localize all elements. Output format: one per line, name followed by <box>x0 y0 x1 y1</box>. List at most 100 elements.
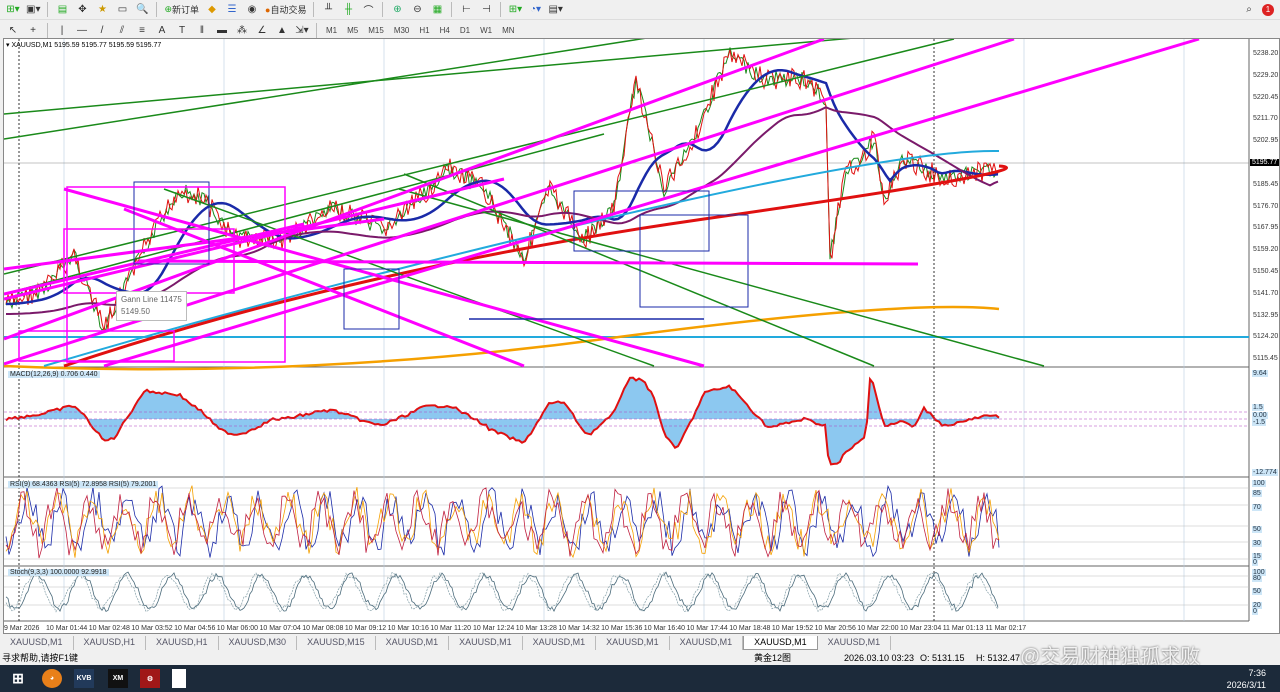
price-tick: 5202.95 <box>1253 137 1279 145</box>
macd-tick: 1.5 <box>1252 404 1264 411</box>
rsi-tick: 70 <box>1252 504 1262 511</box>
stoch-label: Stoch(9,3,3) 100.0000 92.9918 <box>8 569 109 576</box>
browser-app-icon[interactable]: ◕ <box>42 669 62 688</box>
timeframe-h1[interactable]: H1 <box>415 26 433 35</box>
price-tick: 5141.70 <box>1253 289 1279 297</box>
timeframe-m5[interactable]: M5 <box>343 26 362 35</box>
candlestick-button[interactable]: ╫ <box>339 1 357 18</box>
timeframe-m15[interactable]: M15 <box>364 26 388 35</box>
fibonacci-icon[interactable]: ≡ <box>133 22 151 39</box>
autoscroll-button[interactable]: ⊢ <box>457 1 475 18</box>
broker-app-icon[interactable]: ⚙ <box>140 669 160 688</box>
channel-icon[interactable]: ⫽ <box>113 22 131 39</box>
profiles-button[interactable]: ▣▾ <box>24 1 42 18</box>
timeframe-mn[interactable]: MN <box>498 26 518 35</box>
chart-tab[interactable]: XAUUSD,M1 <box>449 636 523 650</box>
periods-button[interactable]: ◔▾ <box>526 1 544 18</box>
drawing-toolbar: ↖ + | — / ⫽ ≡ A T ‖ ▬ ⁂ ∠ ▲ ⇲▾ M1 M5 M15… <box>0 20 1280 40</box>
line-chart-button[interactable]: ⌒ <box>359 1 377 18</box>
document-app-icon[interactable] <box>172 669 186 688</box>
chart-tab[interactable]: XAUUSD,H1 <box>74 636 147 650</box>
indicators-button[interactable]: ⊞▾ <box>506 1 524 18</box>
windows-start-icon[interactable]: ⊞ <box>8 669 28 688</box>
new-chart-button[interactable]: ⊞▾ <box>4 1 22 18</box>
chart-tab[interactable]: XAUUSD,M1 <box>818 636 892 650</box>
vertical-line-icon[interactable]: | <box>53 22 71 39</box>
price-tick: 5132.95 <box>1253 311 1279 319</box>
search-icon[interactable]: ⌕ <box>1240 1 1258 18</box>
horizontal-line-icon[interactable]: — <box>73 22 91 39</box>
time-tick: 10 Mar 03:52 <box>131 625 173 632</box>
time-tick: 10 Mar 10:16 <box>387 625 429 632</box>
gann-line-tooltip: Gann Line 11475 5149.50 <box>116 291 187 321</box>
arrows-icon[interactable]: ⇲▾ <box>293 22 311 39</box>
xm-app-icon[interactable]: XM <box>108 669 128 688</box>
time-tick: 10 Mar 02:48 <box>88 625 130 632</box>
metaeditor-button[interactable]: ◆ <box>203 1 221 18</box>
new-order-button[interactable]: ⊕ 新订单 <box>162 1 201 18</box>
navigator-button[interactable]: ★ <box>93 1 111 18</box>
crosshair-icon[interactable]: + <box>24 22 42 39</box>
time-tick: 11 Mar 01:13 <box>942 625 984 632</box>
chart-tab[interactable]: XAUUSD,M1 <box>376 636 450 650</box>
chart-tab[interactable]: XAUUSD,M1 <box>743 636 818 650</box>
market-watch-button[interactable]: ▤ <box>53 1 71 18</box>
zoom-out-icon[interactable]: ⊖ <box>408 1 426 18</box>
timeframe-m1[interactable]: M1 <box>322 26 341 35</box>
chart-tab[interactable]: XAUUSD,M1 <box>670 636 744 650</box>
tester-button[interactable]: 🔍 <box>133 1 151 18</box>
macd-tick: 0.00 <box>1252 412 1268 419</box>
rectangle-icon[interactable]: ▬ <box>213 22 231 39</box>
bar-chart-button[interactable]: ╨ <box>319 1 337 18</box>
time-tick: 10 Mar 17:44 <box>686 625 728 632</box>
price-tick: 5176.70 <box>1253 202 1279 210</box>
terminal-button[interactable]: ▭ <box>113 1 131 18</box>
trend-line-magenta <box>4 177 505 301</box>
time-tick: 10 Mar 01:44 <box>46 625 88 632</box>
current-price-label: 5195.77 <box>1250 159 1280 166</box>
time-tick: 10 Mar 09:12 <box>344 625 387 632</box>
kvb-app-icon[interactable]: KVB <box>74 669 94 688</box>
macd-histogram <box>6 377 999 465</box>
chart-tab[interactable]: XAUUSD,H1 <box>146 636 219 650</box>
macd-tick: -1.5 <box>1252 419 1267 426</box>
tile-windows-icon[interactable]: ▦ <box>428 1 446 18</box>
time-tick: 10 Mar 06:00 <box>216 625 259 632</box>
zoom-in-icon[interactable]: ⊕ <box>388 1 406 18</box>
market-button[interactable]: ◉ <box>243 1 261 18</box>
triangle-icon[interactable]: ▲ <box>273 22 291 39</box>
bar-open: O: 5131.15 <box>920 652 965 663</box>
timeframe-m30[interactable]: M30 <box>390 26 414 35</box>
help-text: 寻求帮助,请按F1键 <box>2 653 79 663</box>
chart-tab[interactable]: XAUUSD,M1 <box>596 636 670 650</box>
cursor-icon[interactable]: ↖ <box>4 22 22 39</box>
chart-window[interactable]: ▾ XAUUSD,M1 5195.59 5195.77 5195.59 5195… <box>3 38 1280 634</box>
text-icon[interactable]: A <box>153 22 171 39</box>
signals-button[interactable]: ☰ <box>223 1 241 18</box>
templates-button[interactable]: ▤▾ <box>546 1 564 18</box>
chart-shift-button[interactable]: ⊣ <box>477 1 495 18</box>
notification-icon[interactable]: 1 <box>1262 3 1274 16</box>
chart-canvas[interactable] <box>4 39 1280 635</box>
timeframe-d1[interactable]: D1 <box>456 26 474 35</box>
time-tick: 10 Mar 12:24 <box>473 625 515 632</box>
timeframe-w1[interactable]: W1 <box>476 26 496 35</box>
gann-icon[interactable]: ∠ <box>253 22 271 39</box>
text-label-icon[interactable]: T <box>173 22 191 39</box>
macd-label: MACD(12,26,9) 0.706 0.440 <box>8 371 100 378</box>
timeframe-h4[interactable]: H4 <box>436 26 454 35</box>
trend-line-green <box>4 39 646 140</box>
period-separators-icon[interactable]: ‖ <box>193 22 211 39</box>
chart-tab[interactable]: XAUUSD,M15 <box>297 636 376 650</box>
rsi-tick: 100 <box>1252 480 1266 487</box>
rsi-label: RSI(9) 68.4363 RSI(5) 72.8958 RSI(5) 79.… <box>8 481 159 488</box>
price-tick: 5150.45 <box>1253 268 1279 275</box>
data-window-button[interactable]: ✥ <box>73 1 91 18</box>
chart-tab[interactable]: XAUUSD,M1 <box>523 636 597 650</box>
auto-trading-button[interactable]: ● 自动交易 <box>263 1 308 18</box>
chart-tab[interactable]: XAUUSD,M1 <box>0 636 74 650</box>
price-tick: 5229.20 <box>1253 71 1279 79</box>
grid-icon[interactable]: ⁂ <box>233 22 251 39</box>
trendline-icon[interactable]: / <box>93 22 111 39</box>
chart-tab[interactable]: XAUUSD,M30 <box>219 636 298 650</box>
